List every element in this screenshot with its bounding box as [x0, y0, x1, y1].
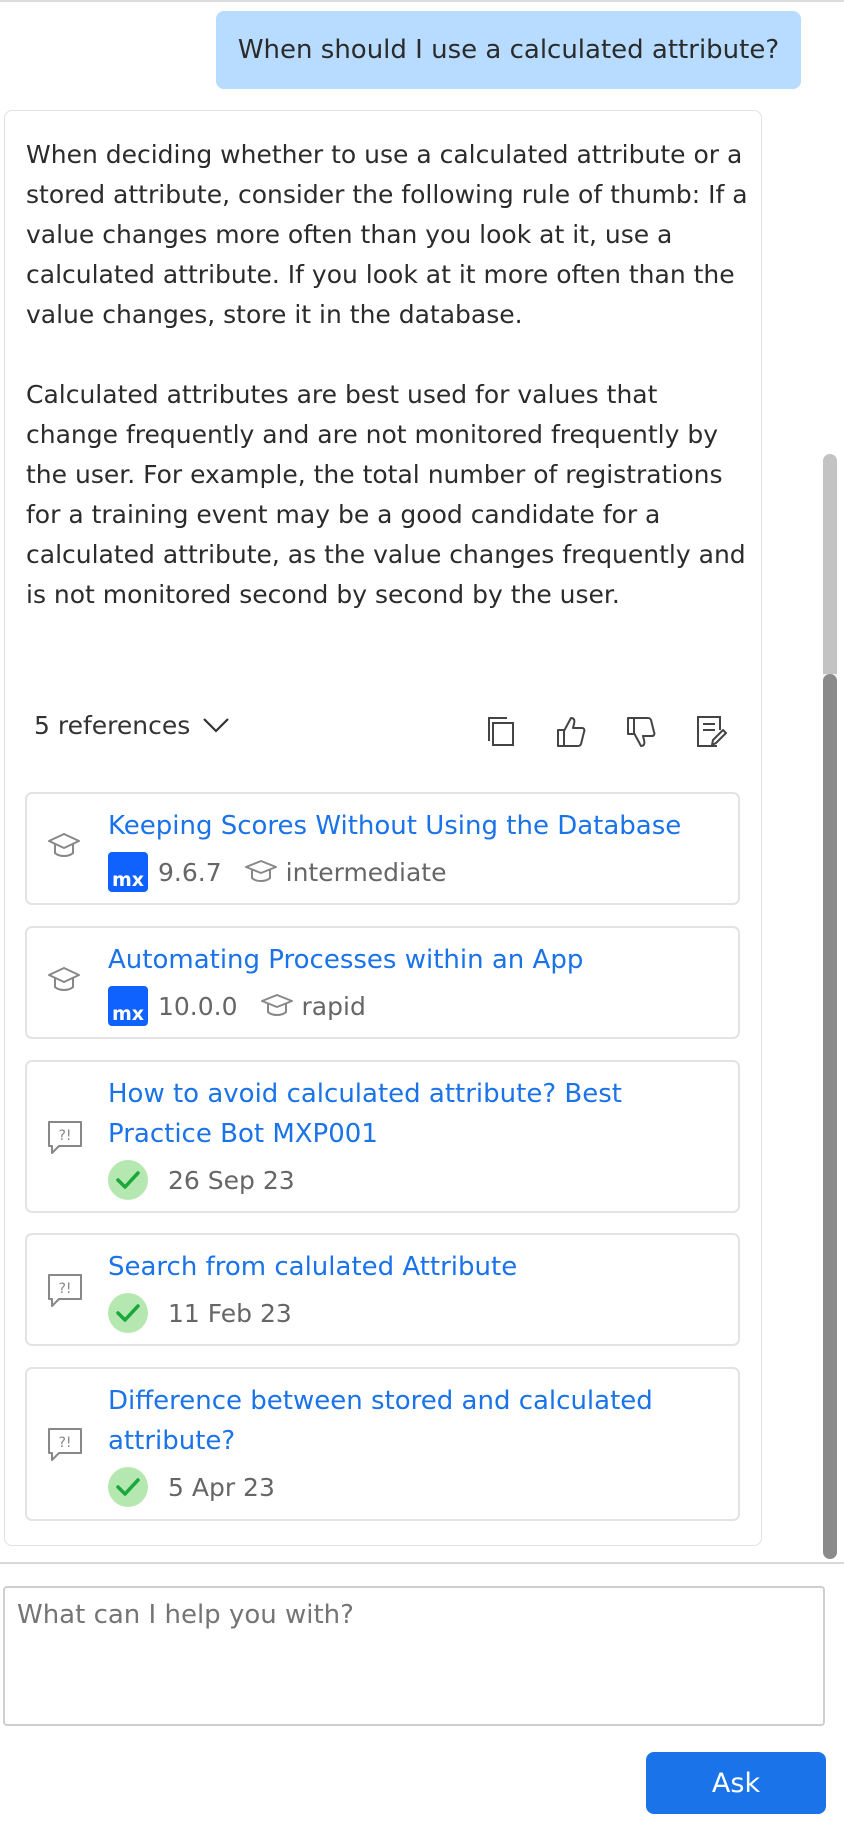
- reference-title-link[interactable]: Automating Processes within an App: [108, 940, 718, 980]
- thumbs-up-icon[interactable]: [555, 714, 587, 750]
- answer-paragraph: When deciding whether to use a calculate…: [26, 140, 748, 329]
- graduation-cap-icon: [48, 833, 80, 857]
- forum-question-icon: ?!: [48, 1274, 82, 1307]
- reference-card[interactable]: ?! How to avoid calculated attribute? Be…: [25, 1060, 740, 1213]
- reference-version: 9.6.7: [158, 857, 222, 887]
- user-message-bubble: When should I use a calculated attribute…: [216, 11, 801, 89]
- reference-date: 26 Sep 23: [168, 1165, 295, 1195]
- reference-title-link[interactable]: Difference between stored and calculated…: [108, 1381, 718, 1461]
- mendix-logo-icon: mx: [108, 986, 148, 1026]
- top-border: [0, 0, 844, 6]
- input-divider: [0, 1562, 844, 1564]
- reference-meta: mx 9.6.7 intermediate: [108, 852, 447, 892]
- answer-paragraph: Calculated attributes are best used for …: [26, 380, 746, 609]
- reference-meta: 26 Sep 23: [108, 1160, 295, 1200]
- graduation-cap-icon: [244, 860, 277, 882]
- reference-title-link[interactable]: How to avoid calculated attribute? Best …: [108, 1074, 718, 1154]
- mendix-logo-icon: mx: [108, 852, 148, 892]
- reference-meta: 5 Apr 23: [108, 1467, 275, 1507]
- accepted-check-icon: [108, 1160, 148, 1200]
- accepted-check-icon: [108, 1293, 148, 1333]
- thumbs-down-icon[interactable]: [625, 714, 657, 750]
- reference-title-link[interactable]: Keeping Scores Without Using the Databas…: [108, 806, 718, 846]
- references-count: 5 references: [34, 710, 191, 740]
- forum-question-icon: ?!: [48, 1121, 82, 1154]
- reference-card[interactable]: ?! Search from calulated Attribute 11 Fe…: [25, 1233, 740, 1346]
- feedback-icon[interactable]: [695, 714, 727, 750]
- reference-version: 10.0.0: [158, 991, 238, 1021]
- chevron-down-icon: [203, 718, 230, 733]
- reference-card[interactable]: Automating Processes within an App mx 10…: [25, 926, 740, 1039]
- answer-text: When deciding whether to use a calculate…: [26, 135, 756, 695]
- copy-icon[interactable]: [485, 714, 517, 750]
- answer-actions: [485, 714, 727, 750]
- reference-card[interactable]: ?! Difference between stored and calcula…: [25, 1367, 740, 1521]
- reference-date: 11 Feb 23: [168, 1298, 292, 1328]
- reference-meta: 11 Feb 23: [108, 1293, 292, 1333]
- reference-card[interactable]: Keeping Scores Without Using the Databas…: [25, 792, 740, 905]
- references-toggle[interactable]: 5 references: [34, 700, 230, 750]
- reference-level: rapid: [301, 991, 366, 1021]
- text-fade: [26, 665, 756, 695]
- svg-text:?!: ?!: [58, 1281, 71, 1297]
- svg-text:?!: ?!: [58, 1435, 71, 1451]
- forum-question-icon: ?!: [48, 1428, 82, 1461]
- reference-title-link[interactable]: Search from calulated Attribute: [108, 1247, 718, 1287]
- question-input[interactable]: [3, 1586, 825, 1726]
- graduation-cap-icon: [48, 967, 80, 991]
- graduation-cap-icon: [260, 994, 293, 1016]
- reference-level: intermediate: [285, 857, 447, 887]
- reference-date: 5 Apr 23: [168, 1472, 275, 1502]
- reference-meta: mx 10.0.0 rapid: [108, 986, 366, 1026]
- accepted-check-icon: [108, 1467, 148, 1507]
- svg-text:?!: ?!: [58, 1128, 71, 1144]
- scrollbar-thumb[interactable]: [823, 674, 837, 1559]
- ask-button[interactable]: Ask: [646, 1752, 826, 1814]
- scrollbar-upper: [823, 454, 837, 674]
